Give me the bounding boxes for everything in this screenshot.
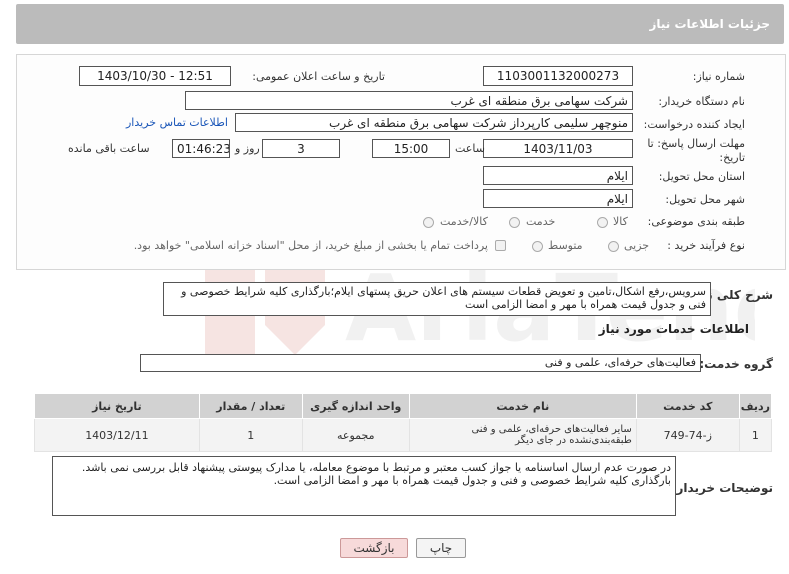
need-number-label: شماره نیاز: <box>692 70 745 83</box>
buyer-org-label: نام دستگاه خریدار: <box>658 95 745 108</box>
print-button[interactable]: چاپ <box>416 538 466 558</box>
remaining-time-field: 01:46:23 <box>172 139 230 158</box>
category-option-both-label: کالا/خدمت <box>440 215 488 228</box>
deadline-label: مهلت ارسال پاسخ: تا <box>647 137 745 150</box>
cell-unit: مجموعه <box>301 418 410 452</box>
remaining-time-label: ساعت باقی مانده <box>68 142 150 155</box>
col-unit-header: واحد اندازه گیری <box>301 393 410 419</box>
requester-label: ایجاد کننده درخواست: <box>643 118 745 131</box>
cell-service-code: ز-74-749 <box>635 418 740 452</box>
deadline-time-field: 15:00 <box>372 139 450 158</box>
buyer-notes-label: توضیحات خریدار: <box>671 481 773 495</box>
need-info-panel <box>16 54 786 270</box>
category-option-goods-label: کالا <box>613 215 628 228</box>
delivery-province-label: استان محل تحویل: <box>658 170 745 183</box>
process-option-minor-radio[interactable] <box>608 241 619 252</box>
services-table-header: ردیف کد خدمت نام خدمت واحد اندازه گیری ت… <box>34 393 773 419</box>
table-row: 1 ز-74-749 سایر فعالیت‌های حرفه‌ای، علمی… <box>34 418 773 452</box>
requester-field: منوچهر سلیمی کارپرداز شرکت سهامی برق منط… <box>235 113 633 132</box>
process-option-medium-label: متوسط <box>548 239 583 252</box>
col-date-header: تاریخ نیاز <box>34 393 200 419</box>
cell-service-name: سایر فعالیت‌های حرفه‌ای، علمی و فنی طبقه… <box>408 418 637 452</box>
announce-datetime-field: 1403/10/30 - 12:51 <box>79 66 231 86</box>
service-group-field: فعالیت‌های حرفه‌ای، علمی و فنی <box>140 354 701 372</box>
services-table: ردیف کد خدمت نام خدمت واحد اندازه گیری ت… <box>34 393 773 452</box>
back-button[interactable]: بازگشت <box>340 538 408 558</box>
category-option-service-label: خدمت <box>526 215 556 228</box>
delivery-city-field: ایلام <box>483 189 633 208</box>
page-header: جزئیات اطلاعات نیاز <box>16 4 784 44</box>
service-group-label: گروه خدمت: <box>699 357 773 371</box>
col-code-header: کد خدمت <box>635 393 740 419</box>
need-number-field: 1103001132000273 <box>483 66 633 86</box>
category-option-service-radio[interactable] <box>509 217 520 228</box>
category-option-both-radio[interactable] <box>423 217 434 228</box>
cell-row-number: 1 <box>738 418 773 452</box>
delivery-province-field: ایلام <box>483 166 633 185</box>
treasury-bonds-note: پرداخت تمام یا بخشی از مبلغ خرید، از محل… <box>133 239 488 252</box>
col-qty-header: تعداد / مقدار <box>198 393 303 419</box>
page-title: جزئیات اطلاعات نیاز <box>649 17 770 31</box>
buyer-notes-line1: در صورت عدم ارسال اساسنامه یا جواز کسب م… <box>81 461 671 474</box>
deadline-time-label: ساعت <box>455 142 485 155</box>
cell-quantity: 1 <box>198 418 303 452</box>
description-textarea: سرویس،رفع اشکال،تامین و تعویض قطعات سیست… <box>163 282 711 316</box>
remaining-days-field: 3 <box>262 139 340 158</box>
deadline-date-field: 1403/11/03 <box>483 139 633 158</box>
buyer-org-field: شرکت سهامی برق منطقه ای غرب <box>185 91 633 110</box>
description-text: سرویس،رفع اشکال،تامین و تعویض قطعات سیست… <box>181 285 706 311</box>
category-label: طبقه بندی موضوعی: <box>647 215 745 228</box>
process-type-label: نوع فرآیند خرید : <box>667 239 745 252</box>
col-name-header: نام خدمت <box>408 393 637 419</box>
category-option-goods-radio[interactable] <box>597 217 608 228</box>
cell-need-date: 1403/12/11 <box>34 418 200 452</box>
buyer-contact-link[interactable]: اطلاعات تماس خریدار <box>126 116 228 129</box>
remaining-days-label: روز و <box>235 142 260 155</box>
treasury-bonds-checkbox[interactable] <box>495 240 506 251</box>
buyer-notes-line2: بارگذاری کلیه شرایط خصوصی و فنی و جدول ق… <box>273 474 671 487</box>
buyer-notes-textarea: در صورت عدم ارسال اساسنامه یا جواز کسب م… <box>52 456 676 516</box>
deadline-date-label: تاریخ: <box>719 151 745 164</box>
services-section-title: اطلاعات خدمات مورد نیاز <box>598 322 749 336</box>
services-table-wrap: ردیف کد خدمت نام خدمت واحد اندازه گیری ت… <box>34 393 773 452</box>
announce-datetime-label: تاریخ و ساعت اعلان عمومی: <box>252 70 385 83</box>
col-row-header: ردیف <box>738 393 773 419</box>
process-option-medium-radio[interactable] <box>532 241 543 252</box>
delivery-city-label: شهر محل تحویل: <box>665 193 745 206</box>
process-option-minor-label: جزیی <box>624 239 650 252</box>
